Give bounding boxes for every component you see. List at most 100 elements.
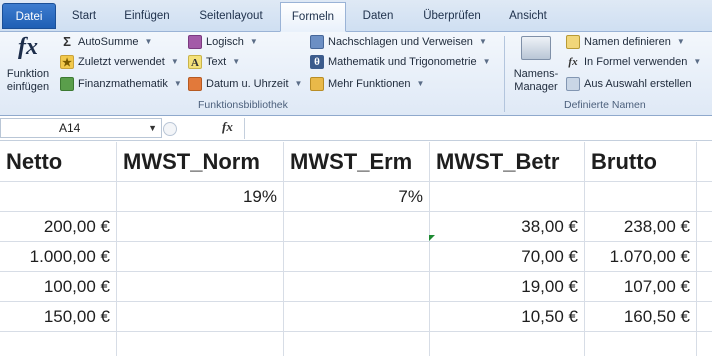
worksheet-grid: Netto MWST_Norm MWST_Erm MWST_Betr Brutt… — [0, 142, 712, 356]
grid-cell[interactable] — [284, 302, 430, 331]
grid-cell[interactable]: 10,50 € — [430, 302, 585, 331]
grid-cell[interactable] — [430, 332, 585, 356]
grid-cell[interactable] — [585, 182, 697, 211]
define-name-icon — [566, 35, 580, 49]
dropdown-arrow-icon: ▼ — [144, 37, 153, 46]
insert-function-button[interactable]: fx Funktion einfügen — [2, 34, 54, 96]
table-row: 100,00 € 19,00 € 107,00 € — [0, 272, 712, 302]
grid-cell[interactable] — [117, 212, 284, 241]
table-row: 150,00 € 10,50 € 160,50 € — [0, 302, 712, 332]
grid-cell[interactable] — [0, 182, 117, 211]
dropdown-arrow-icon: ▼ — [676, 37, 685, 46]
header-cell-mwst-betr[interactable]: MWST_Betr — [430, 142, 585, 181]
zuletzt-verwendet-label: Zuletzt verwendet — [78, 56, 165, 68]
grid-cell[interactable]: 1.000,00 € — [0, 242, 117, 271]
grid-cell[interactable]: 200,00 € — [0, 212, 117, 241]
dropdown-arrow-icon: ▼ — [478, 37, 487, 46]
ribbon-formeln: fx Funktion einfügen Σ AutoSumme ▼ ★ Zul… — [0, 32, 712, 116]
finanzmathematik-button[interactable]: Finanzmathematik ▼ — [60, 74, 182, 94]
table-row: 1.000,00 € 70,00 € 1.070,00 € — [0, 242, 712, 272]
autosumme-label: AutoSumme — [78, 36, 139, 48]
dropdown-arrow-icon: ▼ — [482, 57, 491, 66]
grid-cell[interactable] — [284, 332, 430, 356]
grid-cell[interactable]: 100,00 € — [0, 272, 117, 301]
name-box[interactable]: A14 ▼ — [0, 118, 162, 138]
name-manager-label-2: Manager — [514, 81, 558, 93]
insert-function-fx-icon[interactable]: fx — [222, 119, 233, 135]
grid-cell[interactable] — [585, 332, 697, 356]
grid-cell[interactable] — [430, 182, 585, 211]
dropdown-arrow-icon: ▼ — [416, 79, 425, 88]
zuletzt-verwendet-button[interactable]: ★ Zuletzt verwendet ▼ — [60, 52, 179, 72]
logisch-button[interactable]: Logisch ▼ — [188, 32, 258, 52]
formula-bar-resize-handle[interactable] — [163, 122, 177, 136]
grid-cell[interactable] — [284, 212, 430, 241]
grid-cell[interactable] — [284, 272, 430, 301]
name-box-dropdown-icon[interactable]: ▼ — [148, 119, 157, 137]
header-cell-brutto[interactable]: Brutto — [585, 142, 697, 181]
text-label: Text — [206, 56, 227, 68]
tab-ueberpruefen[interactable]: Überprüfen — [410, 3, 494, 29]
grid-cell[interactable]: 1.070,00 € — [585, 242, 697, 271]
header-cell-mwst-erm[interactable]: MWST_Erm — [284, 142, 430, 181]
grid-cell[interactable] — [0, 332, 117, 356]
logisch-label: Logisch — [206, 36, 244, 48]
grid-cell[interactable]: 107,00 € — [585, 272, 697, 301]
grid-cell[interactable]: 7% — [284, 182, 430, 211]
dropdown-arrow-icon: ▼ — [693, 57, 702, 66]
name-manager-icon — [521, 36, 551, 60]
grid-cell[interactable]: 38,00 € — [430, 212, 585, 241]
grid-cell[interactable]: 150,00 € — [0, 302, 117, 331]
group-separator — [504, 36, 505, 112]
nachschlagen-button[interactable]: Nachschlagen und Verweisen ▼ — [310, 32, 487, 52]
grid-cell[interactable]: 238,00 € — [585, 212, 697, 241]
in-formel-verwenden-button[interactable]: fx In Formel verwenden ▼ — [566, 52, 701, 72]
formula-input[interactable] — [245, 118, 712, 138]
dropdown-arrow-icon: ▼ — [294, 79, 303, 88]
name-box-value: A14 — [59, 121, 81, 135]
namen-definieren-label: Namen definieren — [584, 36, 671, 48]
autosumme-button[interactable]: Σ AutoSumme ▼ — [60, 32, 152, 52]
grid-cell[interactable] — [284, 242, 430, 271]
datum-uhrzeit-button[interactable]: Datum u. Uhrzeit ▼ — [188, 74, 302, 94]
create-from-selection-icon — [566, 77, 580, 91]
tab-daten[interactable]: Daten — [352, 3, 404, 29]
mehr-funktionen-button[interactable]: Mehr Funktionen ▼ — [310, 74, 424, 94]
tab-ansicht[interactable]: Ansicht — [500, 3, 556, 29]
fx-small-icon: fx — [568, 56, 578, 68]
lookup-magnifier-icon — [310, 35, 324, 49]
finanzmathematik-label: Finanzmathematik — [78, 78, 168, 90]
name-manager-button[interactable]: Namens- Manager — [510, 34, 562, 96]
header-cell-mwst-norm[interactable]: MWST_Norm — [117, 142, 284, 181]
more-functions-book-icon — [310, 77, 324, 91]
insert-function-label-1: Funktion — [6, 68, 50, 80]
datum-uhrzeit-label: Datum u. Uhrzeit — [206, 78, 289, 90]
finance-book-icon — [60, 77, 74, 91]
aus-auswahl-erstellen-label: Aus Auswahl erstellen — [584, 78, 692, 90]
name-manager-label-1: Namens- — [513, 68, 559, 80]
grid-cell[interactable] — [117, 242, 284, 271]
calendar-icon — [188, 77, 202, 91]
mathematik-label: Mathematik und Trigonometrie — [328, 56, 477, 68]
tab-seitenlayout[interactable]: Seitenlayout — [188, 3, 274, 29]
grid-cell[interactable] — [117, 302, 284, 331]
text-button[interactable]: A Text ▼ — [188, 52, 240, 72]
dropdown-arrow-icon: ▼ — [249, 37, 258, 46]
grid-cell[interactable] — [117, 272, 284, 301]
namen-definieren-button[interactable]: Namen definieren ▼ — [566, 32, 685, 52]
tab-datei[interactable]: Datei — [2, 3, 56, 29]
aus-auswahl-erstellen-button[interactable]: Aus Auswahl erstellen — [566, 74, 692, 94]
grid-cell[interactable] — [117, 332, 284, 356]
grid-cell[interactable]: 70,00 € — [430, 242, 585, 271]
grid-cell[interactable]: 19% — [117, 182, 284, 211]
grid-cell[interactable]: 19,00 € — [430, 272, 585, 301]
funktionsbibliothek-label: Funktionsbibliothek — [198, 99, 288, 111]
tab-start[interactable]: Start — [62, 3, 106, 29]
tab-formeln[interactable]: Formeln — [280, 2, 346, 32]
header-cell-netto[interactable]: Netto — [0, 142, 117, 181]
mathematik-button[interactable]: θ Mathematik und Trigonometrie ▼ — [310, 52, 491, 72]
nachschlagen-label: Nachschlagen und Verweisen — [328, 36, 473, 48]
table-row — [0, 332, 712, 356]
grid-cell[interactable]: 160,50 € — [585, 302, 697, 331]
tab-einfuegen[interactable]: Einfügen — [112, 3, 182, 29]
